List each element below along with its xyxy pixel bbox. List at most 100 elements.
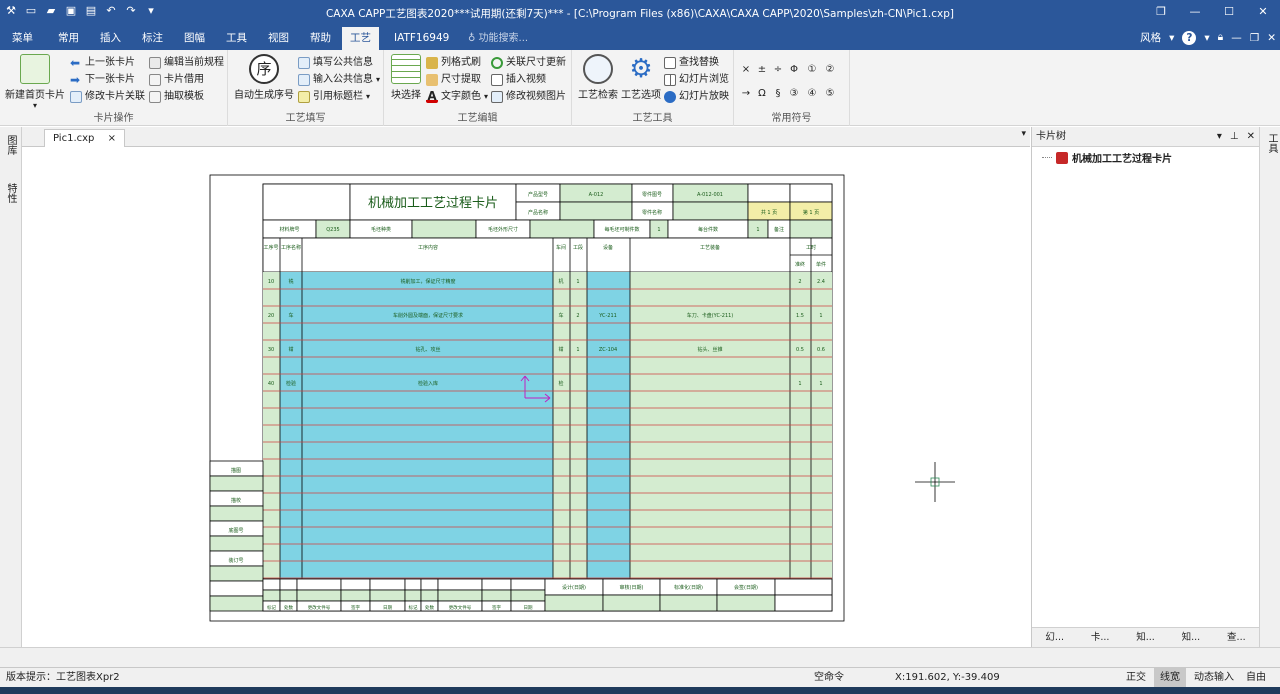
tab-frame[interactable]: 图幅 — [176, 27, 213, 50]
quote-title-bar-label: 引用标题栏 — [313, 91, 363, 102]
row-equipment: ZC-104 — [599, 347, 617, 353]
style-menu[interactable]: 风格 — [1140, 30, 1161, 45]
group-label-process-tools: 工艺工具 — [632, 113, 673, 124]
symbol-diameter[interactable]: Φ — [786, 64, 802, 75]
ribbon-options-icon[interactable]: ▾ — [1204, 32, 1209, 44]
drawing-canvas[interactable]: 机械加工工艺过程卡片 产品型号 A-012 零件图号 A-012-001 产品名称 零件名称… — [22, 147, 1030, 647]
edit-video-image-button[interactable]: 修改视频图片 — [491, 88, 566, 105]
close-icon[interactable]: ✕ — [1246, 0, 1280, 24]
close-icon[interactable]: × — [108, 133, 116, 144]
style-dropdown-icon[interactable]: ▾ — [1169, 32, 1174, 44]
symbol-arrow[interactable]: → — [738, 88, 754, 99]
symbol-circled-4[interactable]: ④ — [804, 88, 820, 99]
bottom-tab-search[interactable]: 查... — [1214, 628, 1259, 647]
input-public-info-button[interactable]: 输入公共信息 ▾ — [298, 71, 380, 88]
card-tree-icon — [1056, 151, 1068, 164]
extract-template-button[interactable]: 抽取模板 — [149, 88, 204, 105]
fill-public-info-button[interactable]: 填写公共信息 — [298, 54, 373, 71]
tree-item-root[interactable]: 机械加工工艺过程卡片 — [1042, 150, 1172, 165]
maximize-icon[interactable]: ☐ — [1212, 0, 1246, 24]
row-unit-time: 0.6 — [817, 347, 825, 353]
slide-browse-button[interactable]: 幻灯片浏览 — [664, 71, 729, 88]
find-replace-button[interactable]: 查找替换 — [664, 54, 719, 71]
symbol-circled-5[interactable]: ⑤ — [822, 88, 838, 99]
document-tab[interactable]: Pic1.cxp × — [44, 129, 125, 147]
symbol-plus-minus[interactable]: ± — [754, 64, 770, 75]
ribbon-restore-icon[interactable]: ❐ — [1250, 32, 1259, 44]
fill-public-info-label: 填写公共信息 — [313, 57, 373, 68]
process-options-button[interactable]: ⚙ 工艺选项 — [620, 54, 662, 101]
fill-info-icon — [298, 56, 310, 69]
ribbon-close-icon[interactable]: ✕ — [1267, 32, 1276, 44]
column-format-brush-button[interactable]: 列格式刷 — [426, 54, 481, 71]
bottom-tab-slides[interactable]: 幻... — [1032, 628, 1077, 647]
tab-view[interactable]: 视图 — [260, 27, 297, 50]
column-header-text: 设备 — [603, 244, 613, 251]
new-first-card-button[interactable]: 新建首页卡片 ▾ — [4, 54, 66, 110]
text-color-label: 文字颜色 — [441, 91, 481, 102]
modify-card-link-button[interactable]: 修改卡片关联 — [70, 88, 145, 105]
pin-icon[interactable]: ⊥ — [1230, 127, 1239, 147]
lock-icon[interactable]: 🔒︎ — [1218, 31, 1224, 44]
ortho-toggle[interactable]: 正交 — [1126, 668, 1146, 687]
quote-title-bar-button[interactable]: 引用标题栏 ▾ — [298, 88, 370, 105]
ribbon-minimize-icon[interactable]: — — [1231, 32, 1242, 44]
tab-list-dropdown-icon[interactable]: ▾ — [1021, 129, 1026, 139]
bottom-tab-knowledge-1[interactable]: 知... — [1123, 628, 1168, 647]
column-header-text: 工时 — [806, 244, 816, 251]
row-section: 2 — [576, 313, 579, 319]
dimension-extract-button[interactable]: 尺寸提取 — [426, 71, 481, 88]
panel-close-icon[interactable]: ✕ — [1247, 127, 1255, 147]
change-record-cell — [420, 578, 439, 591]
tab-process[interactable]: 工艺 — [342, 27, 379, 50]
tab-common[interactable]: 常用 — [50, 27, 87, 50]
borrow-card-button[interactable]: 卡片借用 — [149, 71, 204, 88]
tab-tools[interactable]: 工具 — [218, 27, 255, 50]
minimize-icon[interactable]: — — [1178, 0, 1212, 24]
edit-procedure-icon — [149, 56, 161, 69]
symbol-section[interactable]: § — [770, 88, 786, 99]
group-card-operations: 新建首页卡片 ▾ ⬅ 上一张卡片 ➡ 下一张卡片 修改卡片关联 编辑当前规程 卡… — [0, 50, 228, 126]
taskbar — [0, 687, 1280, 694]
insert-video-button[interactable]: 插入视频 — [491, 71, 546, 88]
bottom-tab-cards[interactable]: 卡... — [1077, 628, 1122, 647]
process-search-button[interactable]: 工艺检索 — [576, 54, 620, 101]
slide-play-button[interactable]: 幻灯片放映 — [664, 88, 729, 105]
left-tab-gallery[interactable]: 图库 — [4, 135, 18, 155]
row-op-no: 40 — [268, 381, 274, 387]
free-mode-toggle[interactable]: 自由 — [1246, 668, 1266, 687]
row-workshop: 车 — [558, 312, 563, 319]
right-tab-tools[interactable]: 工具 — [1264, 133, 1279, 153]
symbol-circled-2[interactable]: ② — [822, 64, 838, 75]
symbol-divide[interactable]: ÷ — [770, 64, 786, 75]
change-record-cell — [262, 578, 281, 591]
tab-insert[interactable]: 插入 — [92, 27, 129, 50]
next-card-button[interactable]: ➡ 下一张卡片 — [70, 71, 135, 88]
linewidth-toggle[interactable]: 线宽 — [1154, 668, 1186, 687]
feature-search[interactable]: ♁ 功能搜索... — [468, 27, 528, 50]
symbol-omega[interactable]: Ω — [754, 88, 770, 99]
panel-dropdown-icon[interactable]: ▾ — [1217, 127, 1222, 147]
arrow-right-icon: ➡ — [70, 72, 81, 87]
slide-browse-icon — [664, 73, 676, 86]
help-icon[interactable]: ? — [1182, 30, 1197, 45]
symbol-circled-1[interactable]: ① — [804, 64, 820, 75]
tab-annotate[interactable]: 标注 — [134, 27, 171, 50]
bottom-tab-knowledge-2[interactable]: 知... — [1168, 628, 1213, 647]
auto-sequence-button[interactable]: 序 自动生成序号 — [232, 54, 296, 101]
text-color-button[interactable]: A 文字颜色 ▾ — [426, 88, 488, 105]
symbol-multiply[interactable]: × — [738, 64, 754, 75]
tab-iatf16949[interactable]: IATF16949 — [386, 27, 457, 50]
prev-card-button[interactable]: ⬅ 上一张卡片 — [70, 54, 135, 71]
restore-icon[interactable]: ❐ — [1144, 0, 1178, 24]
refresh-dimension-icon — [491, 56, 503, 69]
edit-procedure-button[interactable]: 编辑当前规程 — [149, 54, 224, 71]
symbol-circled-3[interactable]: ③ — [786, 88, 802, 99]
left-tab-properties[interactable]: 特性 — [4, 183, 18, 203]
tab-menu[interactable]: 菜单 — [4, 27, 41, 50]
block-select-button[interactable]: 块选择 — [388, 54, 424, 101]
row-workshop: 检 — [558, 380, 563, 387]
dynamic-input-toggle[interactable]: 动态输入 — [1194, 668, 1234, 687]
tab-help[interactable]: 帮助 — [302, 27, 339, 50]
update-linked-dimension-button[interactable]: 关联尺寸更新 — [491, 54, 566, 71]
